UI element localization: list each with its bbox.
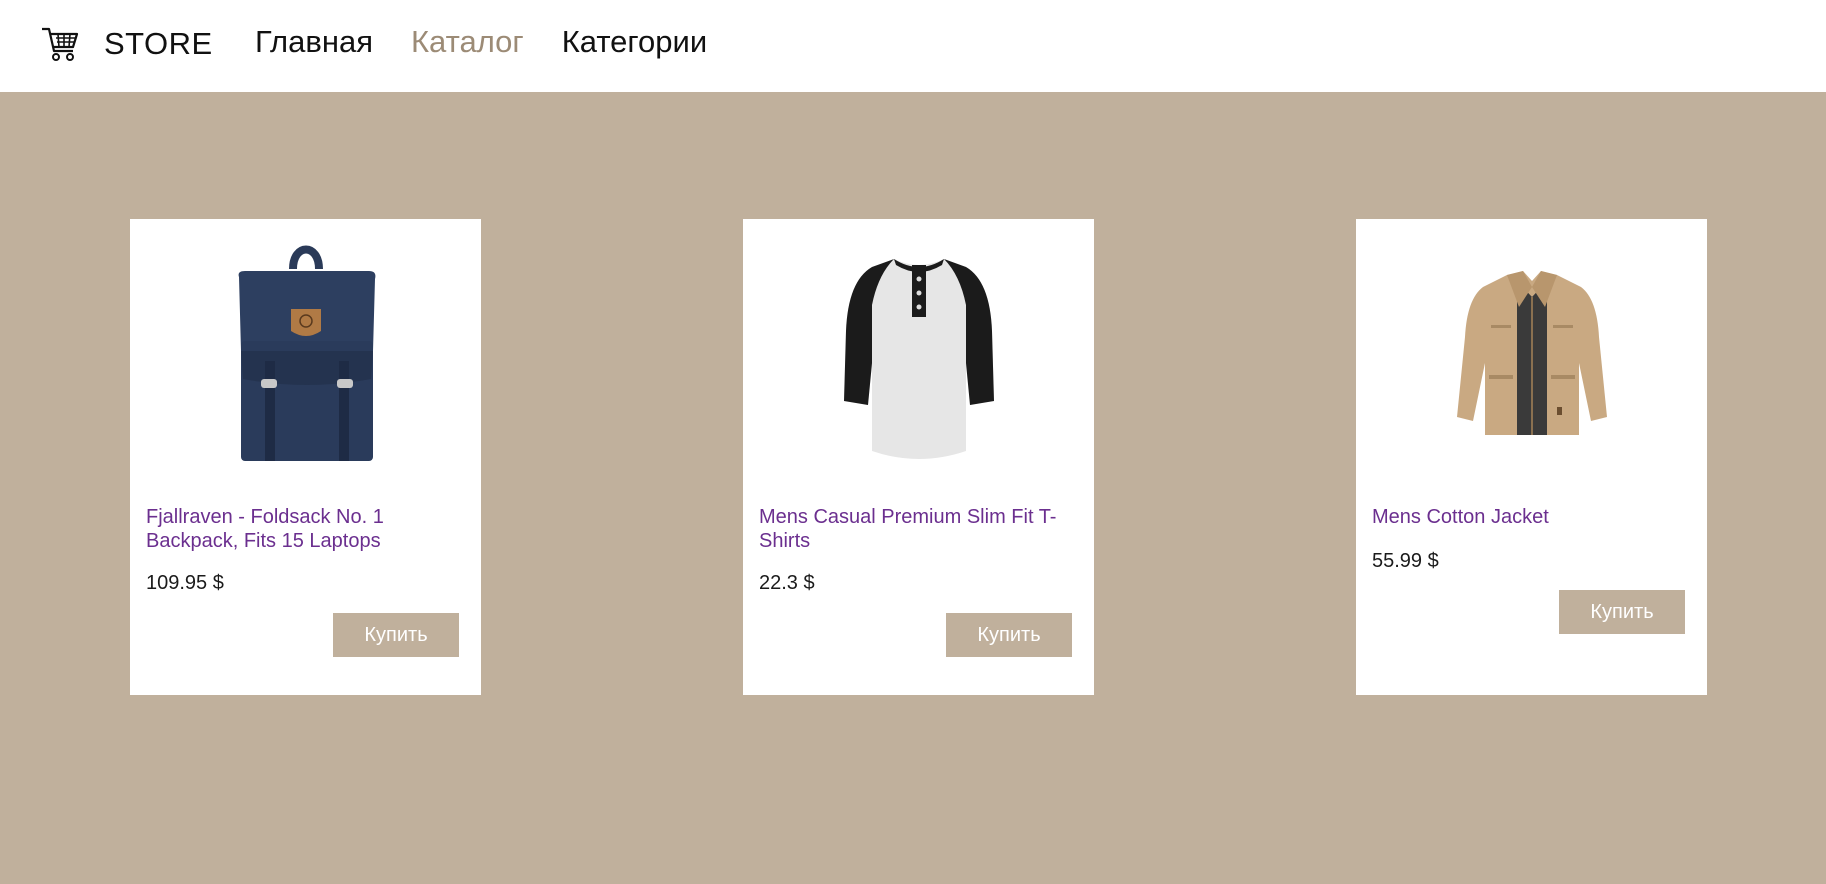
site-header: STORE Главная Каталог Категории — [0, 0, 1826, 92]
product-image-jacket[interactable] — [1356, 267, 1707, 445]
buy-button[interactable]: Купить — [1559, 590, 1685, 634]
product-card: Mens Casual Premium Slim Fit T-Shirts 22… — [743, 219, 1094, 695]
product-price: 22.3 $ — [759, 572, 815, 594]
logo-link[interactable]: STORE — [40, 24, 213, 64]
product-card: Fjallraven - Foldsack No. 1 Backpack, Fi… — [130, 219, 481, 695]
brand-name: STORE — [104, 26, 213, 61]
product-title[interactable]: Fjallraven - Foldsack No. 1 Backpack, Fi… — [146, 505, 466, 553]
product-price: 55.99 $ — [1372, 550, 1439, 572]
product-card: Mens Cotton Jacket 55.99 $ Купить — [1356, 219, 1707, 695]
product-image-t-shirt[interactable] — [743, 245, 1094, 469]
product-title[interactable]: Mens Casual Premium Slim Fit T-Shirts — [759, 505, 1079, 553]
shopping-cart-icon — [42, 27, 79, 61]
product-image-backpack[interactable] — [130, 241, 481, 473]
nav-item-categories[interactable]: Категории — [562, 22, 707, 62]
product-title[interactable]: Mens Cotton Jacket — [1372, 505, 1692, 529]
nav-item-catalog[interactable]: Каталог — [411, 22, 524, 62]
main-nav: Главная Каталог Категории — [255, 22, 707, 62]
buy-button[interactable]: Купить — [333, 613, 459, 657]
nav-item-home[interactable]: Главная — [255, 22, 373, 62]
product-price: 109.95 $ — [146, 572, 224, 594]
buy-button[interactable]: Купить — [946, 613, 1072, 657]
